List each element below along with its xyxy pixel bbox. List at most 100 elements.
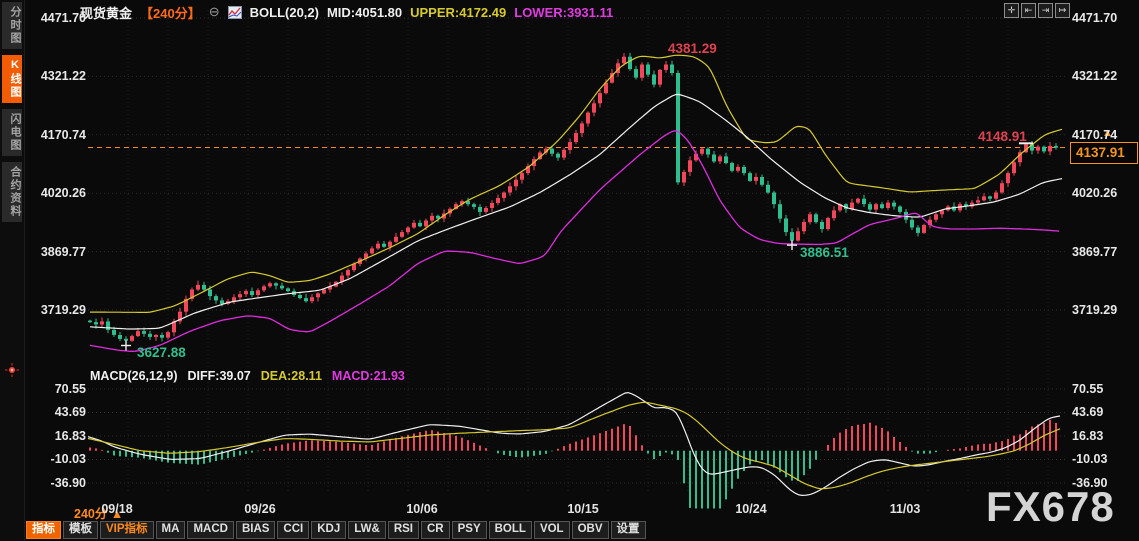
candle bbox=[304, 298, 308, 301]
candle bbox=[682, 172, 686, 183]
candle bbox=[778, 204, 782, 218]
toolbar-button-VIP指标[interactable]: VIP指标 bbox=[100, 521, 154, 539]
candle bbox=[802, 222, 806, 231]
price-tick-right: 4170.74 bbox=[1072, 128, 1136, 142]
candle bbox=[418, 223, 422, 227]
price-annotation: 3627.88 bbox=[137, 345, 186, 360]
candle bbox=[556, 154, 560, 158]
candle bbox=[370, 248, 374, 253]
crosshair-icon[interactable]: ✛ bbox=[1004, 3, 1019, 18]
toolbar-button-BOLL[interactable]: BOLL bbox=[489, 521, 532, 539]
candle bbox=[916, 228, 920, 233]
extreme-markers bbox=[121, 143, 1033, 350]
toolbar-button-PSY[interactable]: PSY bbox=[452, 521, 487, 539]
candle bbox=[886, 203, 890, 208]
candle bbox=[1048, 146, 1052, 151]
candle bbox=[892, 203, 896, 207]
candle bbox=[982, 196, 986, 200]
toolbar-button-MA[interactable]: MA bbox=[156, 521, 186, 539]
candle bbox=[514, 180, 518, 187]
candle bbox=[814, 214, 818, 222]
price-tick-right: 4471.70 bbox=[1072, 11, 1136, 25]
scroll-right-icon[interactable]: ⇥ bbox=[1038, 3, 1053, 18]
toolbar-button-BIAS[interactable]: BIAS bbox=[236, 521, 275, 539]
candle bbox=[628, 57, 632, 69]
candle bbox=[796, 231, 800, 240]
candle bbox=[808, 214, 812, 222]
toolbar-button-CR[interactable]: CR bbox=[421, 521, 450, 539]
period-badge: 【240分】 bbox=[140, 3, 201, 22]
watermark: FX678 bbox=[986, 483, 1115, 531]
candle bbox=[934, 214, 938, 219]
boll-lower-value: LOWER:3931.11 bbox=[514, 5, 613, 20]
sidebar-tab-合约资料[interactable]: 合约资料 bbox=[2, 162, 22, 222]
toolbar-button-MACD[interactable]: MACD bbox=[187, 521, 234, 539]
price-tick-right: 4321.22 bbox=[1072, 69, 1136, 83]
toolbar-button-LW&[interactable]: LW& bbox=[348, 521, 386, 539]
macd-tick-left: -36.90 bbox=[24, 476, 86, 490]
candle bbox=[574, 133, 578, 142]
toolbar-button-设置[interactable]: 设置 bbox=[611, 521, 646, 539]
sidebar-tab-闪电图[interactable]: 闪电图 bbox=[2, 109, 22, 156]
toolbar-button-VOL[interactable]: VOL bbox=[534, 521, 570, 539]
collapse-icon[interactable]: ⊖ bbox=[209, 4, 220, 20]
macd-diff-line bbox=[88, 393, 1060, 496]
candle bbox=[238, 294, 242, 297]
candle bbox=[208, 290, 212, 297]
candle bbox=[274, 283, 278, 285]
x-axis-date: 09/26 bbox=[244, 502, 275, 516]
page-right-icon[interactable]: ↦ bbox=[1055, 3, 1070, 18]
candle bbox=[400, 232, 404, 237]
price-tick-left: 3719.29 bbox=[24, 303, 86, 317]
candle bbox=[394, 237, 398, 242]
candle bbox=[850, 203, 854, 209]
sidebar-tab-K线图[interactable]: K线图 bbox=[2, 55, 22, 103]
candle bbox=[412, 223, 416, 228]
candle bbox=[580, 123, 584, 133]
price-tick-left: 4170.74 bbox=[24, 128, 86, 142]
candle bbox=[976, 200, 980, 202]
candle bbox=[712, 155, 716, 162]
candle bbox=[754, 177, 758, 181]
candle bbox=[376, 244, 380, 249]
toolbar-button-指标[interactable]: 指标 bbox=[26, 521, 61, 539]
toolbar-button-OBV[interactable]: OBV bbox=[572, 521, 609, 539]
candle bbox=[124, 339, 128, 341]
macd-macd-value: MACD:21.93 bbox=[332, 369, 405, 383]
toolbar-button-RSI[interactable]: RSI bbox=[388, 521, 419, 539]
candle bbox=[196, 285, 200, 290]
macd-dea-value: DEA:28.11 bbox=[261, 369, 322, 383]
candle bbox=[478, 207, 482, 212]
macd-diff-value: DIFF:39.07 bbox=[188, 369, 251, 383]
macd-tick-left: -10.03 bbox=[24, 452, 86, 466]
candle bbox=[784, 219, 788, 233]
price-tick-left: 4020.26 bbox=[24, 186, 86, 200]
symbol-name: 现货黄金 bbox=[80, 3, 132, 22]
toolbar-button-KDJ[interactable]: KDJ bbox=[311, 521, 346, 539]
toolbar-button-CCI[interactable]: CCI bbox=[277, 521, 309, 539]
candle bbox=[994, 193, 998, 199]
grid-lines bbox=[88, 10, 1068, 493]
candle bbox=[862, 199, 866, 204]
price-annotation: 4381.29 bbox=[668, 41, 717, 56]
price-chart-canvas[interactable]: 4381.294148.913886.513627.88 bbox=[0, 0, 1139, 541]
candle bbox=[910, 220, 914, 228]
macd-tick-right: 70.55 bbox=[1072, 382, 1136, 396]
candle bbox=[472, 204, 476, 207]
macd-tick-left: 43.69 bbox=[24, 405, 86, 419]
candle bbox=[250, 291, 254, 295]
price-tick-right: 3869.77 bbox=[1072, 245, 1136, 259]
candle bbox=[268, 283, 272, 286]
candle bbox=[322, 290, 326, 294]
candle bbox=[568, 142, 572, 150]
sidebar-tab-分时图[interactable]: 分时图 bbox=[2, 2, 22, 49]
toolbar-button-模板[interactable]: 模板 bbox=[63, 521, 98, 539]
candle bbox=[1000, 183, 1004, 192]
mini-chart-icon bbox=[228, 6, 242, 19]
candle bbox=[760, 177, 764, 185]
candle bbox=[136, 331, 140, 336]
candle bbox=[700, 149, 704, 154]
scroll-left-icon[interactable]: ⇤ bbox=[1021, 3, 1036, 18]
candle bbox=[742, 167, 746, 173]
candle bbox=[484, 208, 488, 212]
